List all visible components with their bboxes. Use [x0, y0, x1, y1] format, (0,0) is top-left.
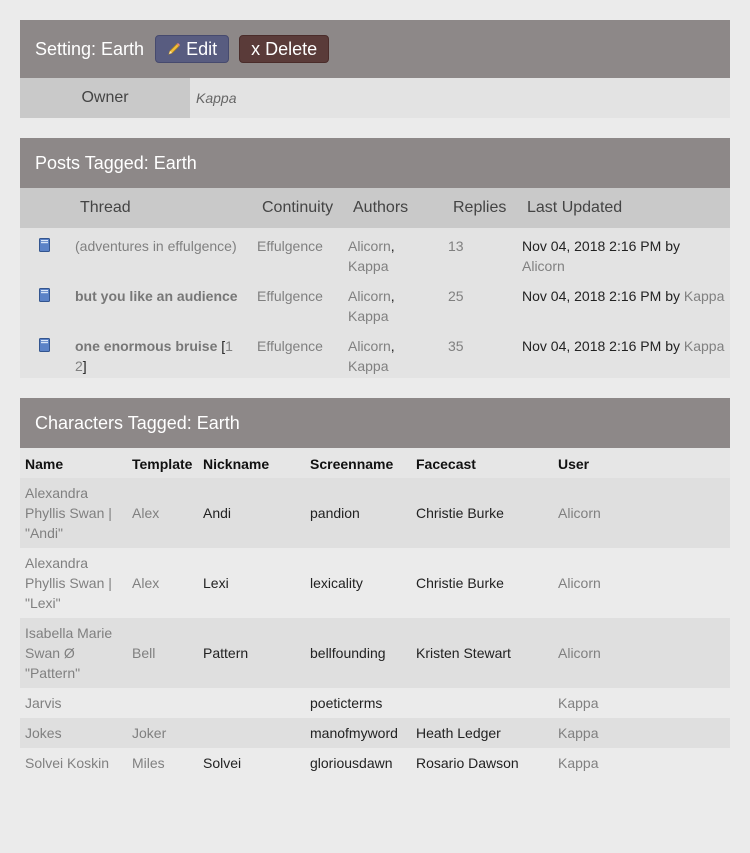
reply-count: 13 — [448, 238, 464, 254]
characters-header: Characters Tagged: Earth — [20, 398, 730, 448]
setting-title: Setting: Earth — [35, 38, 145, 59]
last-updated: Nov 04, 2018 2:16 PM by — [522, 238, 680, 254]
last-updated: Nov 04, 2018 2:16 PM by Kappa — [522, 338, 725, 354]
screenname: pandion — [310, 505, 360, 521]
posts-title: Posts Tagged: Earth — [35, 152, 197, 173]
character-row: Alexandra Phyllis Swan | "Lexi" Alex Lexi … — [20, 548, 730, 618]
nickname: Lexi — [203, 575, 229, 591]
posts-header: Posts Tagged: Earth — [20, 138, 730, 188]
delete-button[interactable]: x Delete — [239, 35, 330, 63]
character-name-link[interactable]: Alexandra Phyllis Swan | "Andi" — [25, 483, 112, 543]
thread-link[interactable]: (adventures in effulgence) — [75, 236, 237, 256]
nickname: Andi — [203, 505, 232, 521]
col-nickname: Nickname — [203, 456, 270, 472]
reply-count: 35 — [448, 338, 464, 354]
pencil-icon — [168, 43, 181, 55]
facecast: Rosario Dawson — [416, 755, 519, 771]
template-link[interactable]: Miles — [132, 753, 165, 773]
template-link[interactable]: Bell — [132, 643, 155, 663]
characters-panel: Characters Tagged: Earth Name Template N… — [20, 398, 730, 778]
post-row: (adventures in effulgence) Effulgence Al… — [20, 228, 730, 278]
author-link[interactable]: Alicorn — [348, 288, 391, 304]
facecast: Christie Burke — [416, 505, 504, 521]
updated-by-link[interactable]: Alicorn — [522, 256, 565, 276]
col-name: Name — [25, 456, 64, 472]
user-link[interactable]: Kappa — [558, 693, 598, 713]
nickname: Solvei — [203, 755, 242, 771]
col-user: User — [558, 456, 590, 472]
screenname: manofmyword — [310, 725, 398, 741]
thread-link[interactable]: one enormous bruise — [75, 338, 217, 354]
facecast: Christie Burke — [416, 575, 504, 591]
author-link[interactable]: Alicorn — [348, 338, 391, 354]
posts-table-header: Thread Continuity Authors Replies Last U… — [20, 188, 730, 228]
thread-link[interactable]: but you like an audience — [75, 286, 238, 306]
screenname: gloriousdawn — [310, 755, 393, 771]
screenname: lexicality — [310, 575, 363, 591]
updated-by-link[interactable]: Kappa — [684, 288, 724, 304]
user-link[interactable]: Alicorn — [558, 573, 601, 593]
user-link[interactable]: Alicorn — [558, 503, 601, 523]
book-icon — [39, 238, 50, 252]
reply-count: 25 — [448, 288, 464, 304]
post-row: one enormous bruise [1 2] Effulgence Ali… — [20, 328, 730, 378]
character-name-link[interactable]: Isabella Marie Swan Ø "Pattern" — [25, 623, 112, 683]
book-icon — [39, 338, 50, 352]
character-row: Solvei Koskin Miles Solvei gloriousdawn … — [20, 748, 730, 778]
continuity-link[interactable]: Effulgence — [257, 286, 323, 306]
nickname: Pattern — [203, 645, 249, 661]
character-row: Jokes Joker manofmyword Heath Ledger Kap… — [20, 718, 730, 748]
updated-by-link[interactable]: Kappa — [684, 338, 724, 354]
characters-title: Characters Tagged: Earth — [35, 412, 240, 433]
user-link[interactable]: Kappa — [558, 723, 598, 743]
character-name-link[interactable]: Jarvis — [25, 693, 62, 713]
character-name-link[interactable]: Alexandra Phyllis Swan | "Lexi" — [25, 553, 112, 613]
col-authors: Authors — [353, 199, 409, 216]
author-link[interactable]: Kappa — [348, 306, 388, 326]
character-row: Alexandra Phyllis Swan | "Andi" Alex Andi … — [20, 478, 730, 548]
author-link[interactable]: Kappa — [348, 256, 388, 276]
author-link[interactable]: Alicorn — [348, 238, 391, 254]
continuity-link[interactable]: Effulgence — [257, 336, 323, 356]
setting-header: Setting: Earth Edit x Delete — [20, 20, 730, 78]
screenname: bellfounding — [310, 645, 386, 661]
owner-value[interactable]: Kappa — [190, 78, 730, 118]
author-link[interactable]: Kappa — [348, 356, 388, 376]
page-link[interactable]: 1 — [225, 338, 233, 354]
page-link[interactable]: 2 — [75, 358, 83, 374]
col-continuity: Continuity — [262, 199, 334, 216]
col-template: Template — [132, 456, 193, 472]
col-thread: Thread — [80, 199, 131, 216]
template-link[interactable]: Alex — [132, 503, 159, 523]
character-row: Isabella Marie Swan Ø "Pattern" Bell Patte… — [20, 618, 730, 688]
template-link[interactable]: Alex — [132, 573, 159, 593]
post-row: but you like an audience Effulgence Alic… — [20, 278, 730, 328]
user-link[interactable]: Alicorn — [558, 643, 601, 663]
character-name-link[interactable]: Solvei Koskin — [25, 753, 109, 773]
edit-button[interactable]: Edit — [155, 35, 230, 63]
col-last-updated: Last Updated — [527, 199, 623, 216]
last-updated: Nov 04, 2018 2:16 PM by Kappa — [522, 288, 725, 304]
setting-panel: Setting: Earth Edit x Delete Owner Kappa — [20, 20, 730, 118]
facecast: Heath Ledger — [416, 725, 501, 741]
book-icon — [39, 288, 50, 302]
character-name-link[interactable]: Jokes — [25, 723, 62, 743]
user-link[interactable]: Kappa — [558, 753, 598, 773]
edit-label: Edit — [186, 38, 218, 59]
col-screenname: Screenname — [310, 456, 394, 472]
col-replies: Replies — [453, 199, 507, 216]
template-link[interactable]: Joker — [132, 723, 166, 743]
character-row: Jarvis poeticterms Kappa — [20, 688, 730, 718]
owner-row: Owner Kappa — [20, 78, 730, 118]
screenname: poeticterms — [310, 695, 383, 711]
owner-label: Owner — [20, 78, 190, 118]
col-facecast: Facecast — [416, 456, 476, 472]
posts-panel: Posts Tagged: Earth Thread Continuity Au… — [20, 138, 730, 378]
characters-table-header: Name Template Nickname Screenname Faceca… — [20, 448, 730, 478]
continuity-link[interactable]: Effulgence — [257, 236, 323, 256]
facecast: Kristen Stewart — [416, 645, 511, 661]
